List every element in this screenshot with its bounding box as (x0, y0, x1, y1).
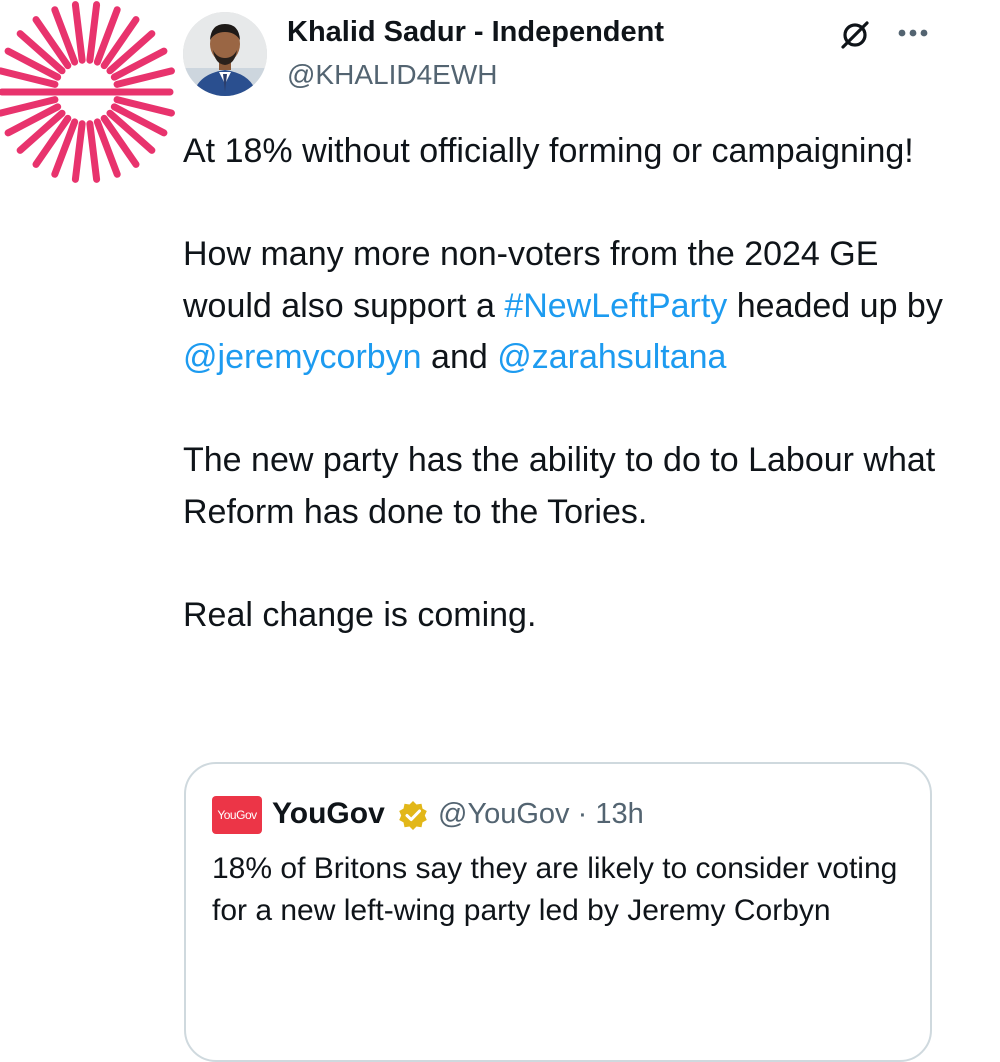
author-handle[interactable]: @KHALID4EWH (287, 58, 497, 92)
more-icon[interactable] (893, 18, 933, 48)
quoted-tweet-text: 18% of Britons say they are likely to co… (212, 852, 898, 927)
tweet-paragraph: How many more non-voters from the 2024 G… (183, 229, 943, 384)
sunburst-ray (71, 1, 86, 64)
tweet-paragraph: Real change is coming. (183, 595, 537, 634)
tweet-text: At 18% without officially forming or cam… (183, 126, 943, 641)
sunburst-ray (86, 120, 101, 183)
quoted-tweet-card[interactable]: YouGov YouGov @YouGov · 13h 18% of Brito… (184, 762, 932, 1062)
author-avatar[interactable] (183, 12, 267, 96)
quoted-handle-time: @YouGov · 13h (438, 798, 644, 830)
tweet-text-segment: and (421, 338, 498, 376)
brand-sunburst-logo (0, 1, 175, 183)
mention-zarahsultana-link[interactable]: @zarahsultana (497, 338, 726, 376)
tweet-paragraph: The new party has the ability to do to L… (183, 441, 936, 531)
yougov-logo[interactable]: YouGov (212, 796, 262, 834)
quoted-author-name[interactable]: YouGov (272, 794, 385, 834)
author-name[interactable]: Khalid Sadur - Independent (287, 14, 664, 50)
avatar-photo (183, 12, 267, 96)
verified-badge-icon (399, 801, 427, 830)
sunburst-ray (71, 120, 86, 183)
grok-icon[interactable] (838, 18, 872, 52)
tweet-paragraph: At 18% without officially forming or cam… (183, 132, 914, 170)
hashtag-newleftparty-link[interactable]: #NewLeftParty (504, 287, 727, 325)
mention-jeremycorbyn-link[interactable]: @jeremycorbyn (183, 338, 422, 376)
sunburst-ray (86, 1, 101, 64)
tweet-text-segment: headed up by (727, 286, 943, 325)
